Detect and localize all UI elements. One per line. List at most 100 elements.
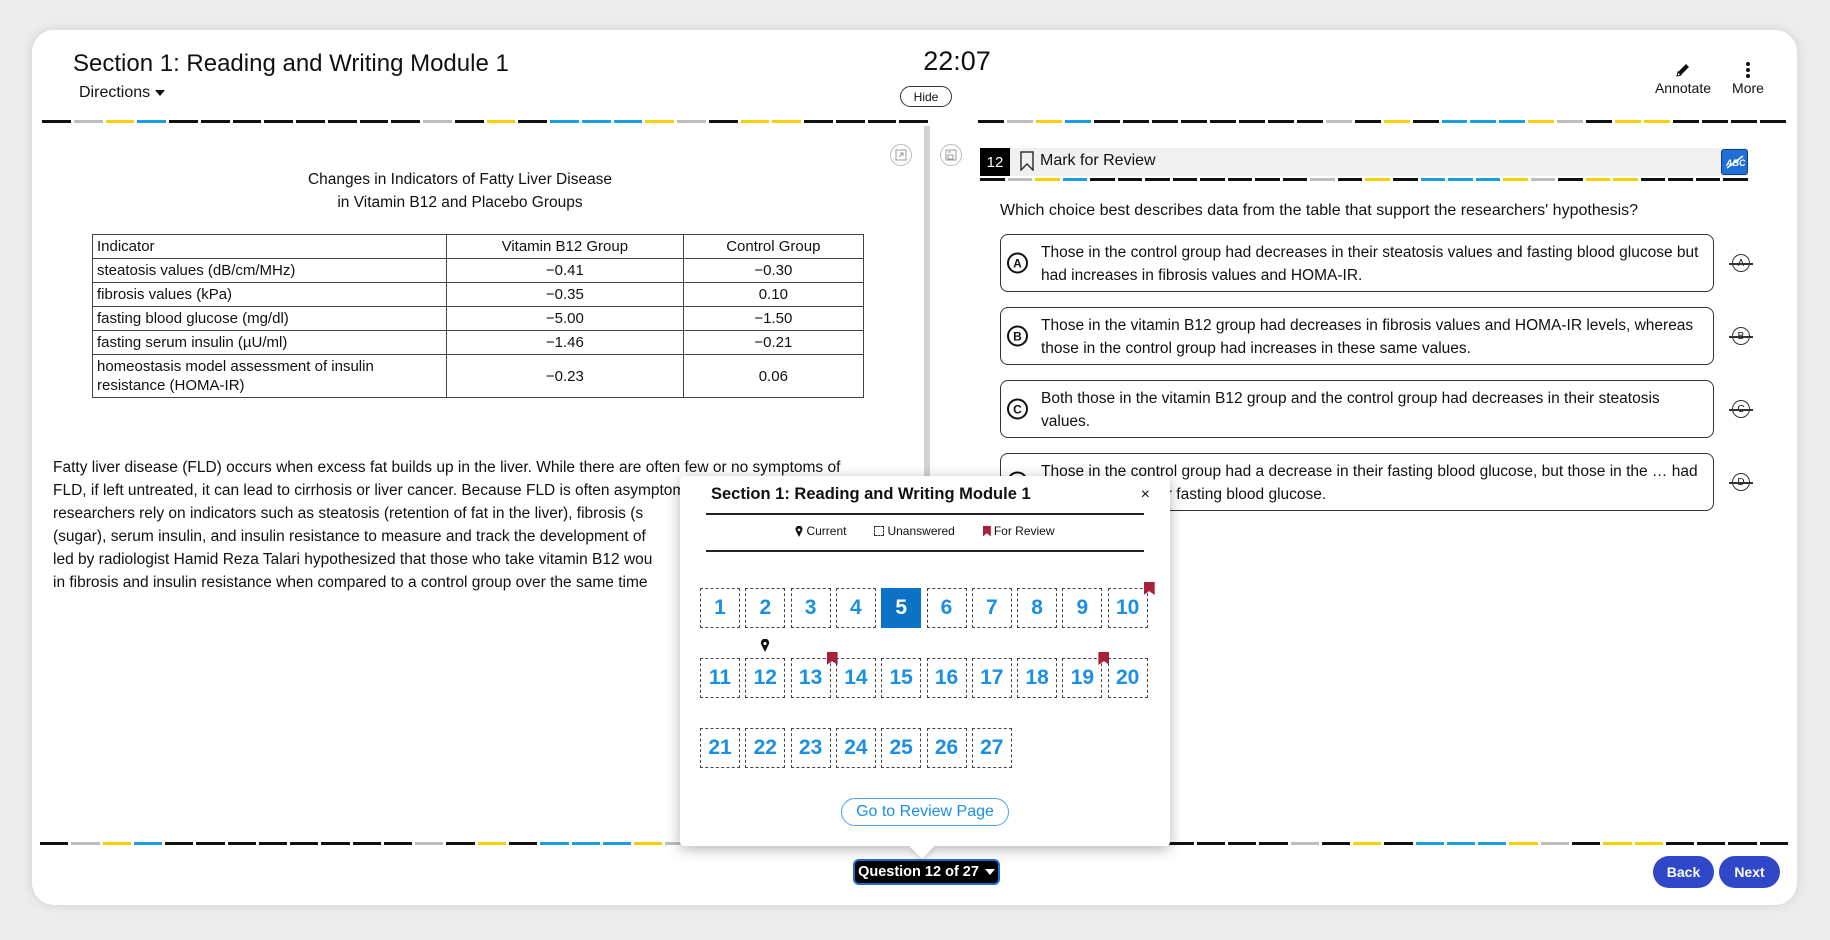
- expand-right-pane-button[interactable]: [940, 144, 962, 166]
- table-title: Changes in Indicators of Fatty Liver Dis…: [90, 168, 830, 214]
- dashed-square-icon: [874, 526, 885, 536]
- progress-segment: [1290, 842, 1319, 845]
- strikethrough-icon: A: [1729, 254, 1753, 272]
- progress-segment: [1475, 178, 1501, 181]
- table-cell: −0.41: [446, 258, 684, 283]
- answer-choice-a[interactable]: A Those in the control group had decreas…: [1000, 234, 1714, 292]
- question-number: 12: [980, 148, 1010, 176]
- answer-eliminator-toggle[interactable]: ABC: [1721, 149, 1748, 175]
- popup-legend: Current Unanswered For Review: [680, 524, 1170, 538]
- progress-segment: [1695, 178, 1721, 181]
- table-cell: fasting serum insulin (µU/ml): [92, 330, 447, 355]
- question-cell-number: 18: [1025, 666, 1049, 689]
- choice-letter: A: [1007, 252, 1028, 274]
- question-cell[interactable]: 9: [1062, 588, 1103, 628]
- progress-segment: [1558, 178, 1583, 181]
- table-cell: 0.10: [682, 282, 865, 307]
- progress-segment: [1035, 178, 1060, 181]
- abc-strikethrough-icon: ABC: [1725, 155, 1745, 169]
- question-cell[interactable]: 5: [881, 588, 922, 628]
- progress-segment: [321, 842, 350, 845]
- progress-segment: [1090, 178, 1115, 181]
- back-button[interactable]: Back: [1653, 856, 1714, 888]
- progress-segment: [1180, 120, 1207, 123]
- question-cell[interactable]: 22: [745, 728, 786, 768]
- choice-text: Those in the control group had decreases…: [1041, 244, 1699, 284]
- table-title-line-1: Changes in Indicators of Fatty Liver Dis…: [307, 171, 613, 188]
- progress-segment: [772, 120, 801, 123]
- question-cell[interactable]: 4: [835, 588, 876, 628]
- progress-segment: [1145, 178, 1170, 181]
- question-cell[interactable]: 13: [790, 652, 838, 698]
- question-cell[interactable]: 18: [1017, 658, 1058, 698]
- table-cell: −0.30: [682, 258, 865, 283]
- question-cell[interactable]: 25: [881, 728, 922, 768]
- question-navigator-button[interactable]: Question 12 of 27: [853, 859, 1000, 885]
- question-cell[interactable]: 27: [971, 728, 1012, 768]
- progress-segment: [102, 842, 131, 845]
- progress-segment: [454, 120, 484, 123]
- annotate-button[interactable]: Annotate: [1650, 60, 1716, 96]
- question-navigator-popup: Section 1: Reading and Writing Module 1 …: [680, 476, 1170, 859]
- strike-choice-a-button[interactable]: A: [1729, 252, 1753, 274]
- question-cell[interactable]: 10: [1107, 582, 1155, 628]
- table-cell: fasting blood glucose (mg/dl): [92, 306, 447, 331]
- progress-segment: [1557, 120, 1584, 123]
- expand-left-pane-button[interactable]: [890, 144, 912, 166]
- question-cell[interactable]: 3: [790, 588, 831, 628]
- question-cell[interactable]: 20: [1107, 658, 1148, 698]
- pencil-icon: [1650, 60, 1716, 80]
- question-cell[interactable]: 21: [700, 728, 740, 768]
- bookmark-flag-icon: [982, 525, 991, 537]
- question-cell[interactable]: 17: [971, 658, 1012, 698]
- progress-segment: [1760, 120, 1787, 123]
- header: Section 1: Reading and Writing Module 1 …: [32, 30, 1797, 122]
- progress-segment: [1035, 120, 1062, 123]
- table-cell: −0.21: [682, 330, 865, 355]
- table-cell: −1.50: [682, 306, 865, 331]
- directions-dropdown[interactable]: Directions: [79, 84, 166, 102]
- question-cell[interactable]: 12: [745, 639, 786, 698]
- next-button[interactable]: Next: [1719, 856, 1780, 888]
- choice-text: Both those in the vitamin B12 group and …: [1041, 390, 1660, 430]
- question-cell-number: 15: [889, 666, 913, 689]
- question-cell[interactable]: 15: [881, 658, 922, 698]
- progress-segment: [169, 120, 198, 123]
- answer-choice-b[interactable]: B Those in the vitamin B12 group had dec…: [1000, 307, 1714, 365]
- progress-segment: [677, 120, 706, 123]
- strike-choice-b-button[interactable]: B: [1729, 325, 1753, 347]
- data-table: Indicator Vitamin B12 Group Control Grou…: [92, 234, 865, 398]
- progress-segment: [1728, 842, 1757, 845]
- answer-choice-c[interactable]: C Both those in the vitamin B12 group an…: [1000, 380, 1714, 438]
- question-cell[interactable]: 16: [926, 658, 967, 698]
- question-cell[interactable]: 26: [926, 728, 967, 768]
- close-icon[interactable]: ×: [1141, 486, 1150, 504]
- go-to-review-page-button[interactable]: Go to Review Page: [841, 798, 1009, 826]
- question-cell[interactable]: 11: [700, 658, 740, 698]
- question-cell[interactable]: 1: [700, 588, 740, 628]
- question-cell[interactable]: 19: [1062, 652, 1110, 698]
- hide-timer-button[interactable]: Hide: [900, 86, 952, 107]
- question-cell-number: 26: [934, 736, 959, 759]
- legend-unanswered: Unanswered: [874, 524, 955, 538]
- question-cell[interactable]: 23: [790, 728, 831, 768]
- progress-segment: [1392, 178, 1418, 181]
- question-cell[interactable]: 7: [971, 588, 1012, 628]
- question-cell[interactable]: 8: [1017, 588, 1058, 628]
- progress-segment: [1282, 178, 1308, 181]
- mark-for-review-button[interactable]: Mark for Review: [1020, 151, 1156, 171]
- question-cell[interactable]: 2: [745, 588, 786, 628]
- question-cell[interactable]: 6: [926, 588, 967, 628]
- progress-stripe-header-left: [42, 120, 928, 123]
- question-cell[interactable]: 24: [835, 728, 876, 768]
- strike-choice-d-button[interactable]: D: [1729, 471, 1753, 493]
- progress-segment: [1064, 120, 1091, 123]
- table-row: steatosis values (dB/cm/MHz) −0.41 −0.30: [92, 258, 865, 283]
- progress-stripe-question: [980, 178, 1748, 181]
- question-cell-number: 12: [753, 666, 777, 689]
- question-cell[interactable]: 14: [835, 658, 876, 698]
- progress-segment: [258, 842, 288, 845]
- progress-segment: [1238, 120, 1265, 123]
- more-button[interactable]: More: [1726, 60, 1770, 96]
- strike-choice-c-button[interactable]: C: [1729, 398, 1753, 420]
